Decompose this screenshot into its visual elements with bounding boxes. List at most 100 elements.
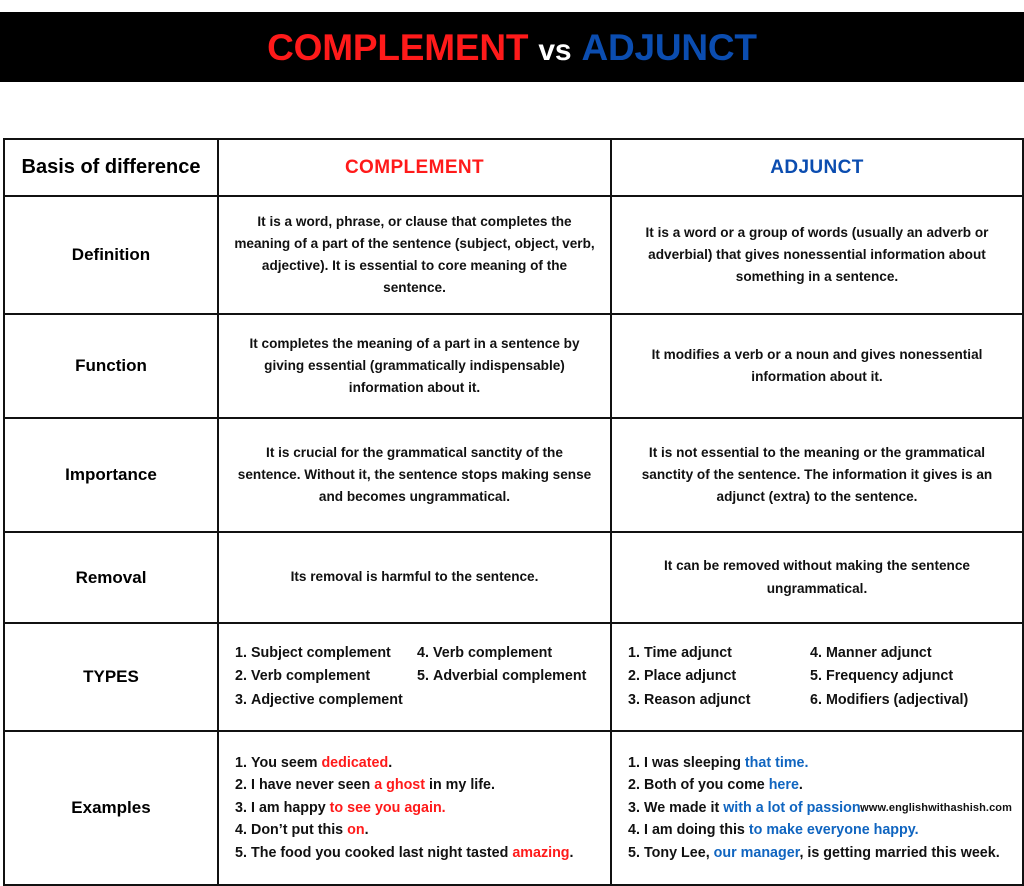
list-item-label: Modifiers (adjectival) (826, 691, 969, 708)
list-item-number: 4. (810, 645, 822, 662)
list-item: 3. Adjective complement (235, 689, 417, 712)
list-item-number: 5. (628, 844, 640, 861)
list-item-number: 1. (235, 754, 247, 771)
types-complement-col2: 4. Verb complement 5. Adverbial complemen… (417, 642, 600, 688)
list-item-number: 3. (235, 799, 247, 816)
list-item-number: 4. (628, 822, 640, 839)
list-item-label: Subject complement (251, 645, 391, 662)
list-item: 5. Tony Lee, our manager, is getting mar… (628, 842, 1012, 864)
list-item-number: 4. (235, 822, 247, 839)
site-credit: www.englishwithashish.com (860, 802, 1012, 814)
example-text-highlight: a ghost (374, 777, 426, 794)
header-complement: COMPLEMENT (217, 138, 612, 197)
example-text-highlight: with a lot of passion. (723, 799, 865, 816)
list-item: 3. I am happy to see you again. (235, 797, 600, 819)
types-adjunct-col1: 1. Time adjunct 2. Place adjunct 3. Reason… (628, 642, 810, 711)
removal-complement: Its removal is harmful to the sentence. (217, 531, 612, 624)
list-item-number: 1. (628, 645, 640, 662)
list-item: 4. Don’t put this on. (235, 819, 600, 841)
page-title: COMPLEMENT vs ADJUNCT (267, 29, 757, 66)
types-complement: 1. Subject complement 2. Verb complement 3… (217, 622, 612, 732)
list-item-number: 2. (235, 777, 247, 794)
table-row: Function It completes the meaning of a p… (3, 313, 1024, 419)
importance-adjunct: It is not essential to the meaning or th… (610, 417, 1024, 533)
example-text-plain: I am happy (251, 799, 330, 816)
list-item-number: 1. (235, 645, 247, 662)
list-item: 2. I have never seen a ghost in my life. (235, 774, 600, 796)
list-item-label: Adjective complement (251, 691, 403, 708)
list-item-number: 1. (628, 754, 640, 771)
table-row: Importance It is crucial for the grammat… (3, 417, 1024, 533)
title-adjunct: ADJUNCT (581, 26, 757, 68)
header-adjunct: ADJUNCT (610, 138, 1024, 197)
examples-complement: 1. You seem dedicated. 2. I have never se… (217, 730, 612, 886)
list-item-number: 6. (810, 691, 822, 708)
importance-complement: It is crucial for the grammatical sancti… (217, 417, 612, 533)
list-item: 1. Time adjunct (628, 642, 810, 665)
list-item-label: Verb complement (251, 668, 371, 685)
list-item-number: 2. (628, 777, 640, 794)
list-item: 1. Subject complement (235, 642, 417, 665)
list-item-number: 5. (810, 668, 822, 685)
list-item: 2. Both of you come here. (628, 774, 1012, 796)
title-connector: vs (538, 33, 572, 67)
example-text-highlight: our manager (713, 844, 800, 861)
example-text-highlight: to see you again. (329, 799, 446, 816)
list-item-label: Reason adjunct (644, 691, 751, 708)
list-item: 4. Verb complement (417, 642, 600, 665)
definition-adjunct: It is a word or a group of words (usuall… (610, 195, 1024, 315)
table-row: Removal Its removal is harmful to the se… (3, 531, 1024, 624)
example-text-plain: I am doing this (644, 822, 749, 839)
example-text-highlight: dedicated (321, 754, 389, 771)
list-item-number: 2. (628, 668, 640, 685)
example-text-plain: Tony Lee, (644, 844, 714, 861)
list-item-label: Place adjunct (644, 668, 737, 685)
example-text-plain: . (569, 844, 574, 861)
row-label-removal: Removal (3, 531, 219, 624)
row-label-definition: Definition (3, 195, 219, 315)
example-text-plain: Both of you come (644, 777, 769, 794)
example-text-plain: . (388, 754, 393, 771)
list-item: 6. Modifiers (adjectival) (810, 689, 1012, 712)
function-complement: It completes the meaning of a part in a … (217, 313, 612, 419)
example-text-plain: We made it (644, 799, 724, 816)
comparison-table: Basis of difference COMPLEMENT ADJUNCT D… (3, 138, 1024, 886)
row-label-importance: Importance (3, 417, 219, 533)
example-text-plain: The food you cooked last night tasted (251, 844, 513, 861)
list-item-label: Adverbial complement (433, 668, 587, 685)
list-item: 5. The food you cooked last night tasted… (235, 842, 600, 864)
list-item: 4. I am doing this to make everyone happ… (628, 819, 1012, 841)
example-text-highlight: to make everyone happy. (748, 822, 919, 839)
title-banner: COMPLEMENT vs ADJUNCT (0, 12, 1024, 82)
examples-complement-list: 1. You seem dedicated. 2. I have never se… (235, 752, 600, 864)
example-text-plain: You seem (251, 754, 322, 771)
example-text-highlight: amazing (512, 844, 570, 861)
list-item-number: 5. (417, 668, 429, 685)
example-text-plain: , is getting married this week. (799, 844, 1000, 861)
example-text-plain: in my life. (425, 777, 495, 794)
list-item-number: 3. (628, 799, 640, 816)
list-item-number: 4. (417, 645, 429, 662)
row-label-types: TYPES (3, 622, 219, 732)
list-item: 1. I was sleeping that time. (628, 752, 1012, 774)
types-adjunct-col2: 4. Manner adjunct 5. Frequency adjunct 6. … (810, 642, 1012, 711)
example-text-plain: . (364, 822, 369, 839)
list-item-number: 3. (628, 691, 640, 708)
list-item-label: Frequency adjunct (826, 668, 954, 685)
types-complement-col1: 1. Subject complement 2. Verb complement 3… (235, 642, 417, 711)
list-item: 3. Reason adjunct (628, 689, 810, 712)
table-row: TYPES 1. Subject complement 2. Verb compl… (3, 622, 1024, 732)
example-text-highlight: here (768, 777, 799, 794)
list-item-label: Time adjunct (644, 645, 732, 662)
list-item: 5. Frequency adjunct (810, 665, 1012, 688)
row-label-examples: Examples (3, 730, 219, 886)
header-basis: Basis of difference (3, 138, 219, 197)
function-adjunct: It modifies a verb or a noun and gives n… (610, 313, 1024, 419)
table-row: Definition It is a word, phrase, or clau… (3, 195, 1024, 315)
list-item: 2. Verb complement (235, 665, 417, 688)
list-item-number: 2. (235, 668, 247, 685)
definition-complement: It is a word, phrase, or clause that com… (217, 195, 612, 315)
table-header-row: Basis of difference COMPLEMENT ADJUNCT (3, 138, 1024, 197)
example-text-highlight: that time. (744, 754, 809, 771)
list-item: 5. Adverbial complement (417, 665, 600, 688)
